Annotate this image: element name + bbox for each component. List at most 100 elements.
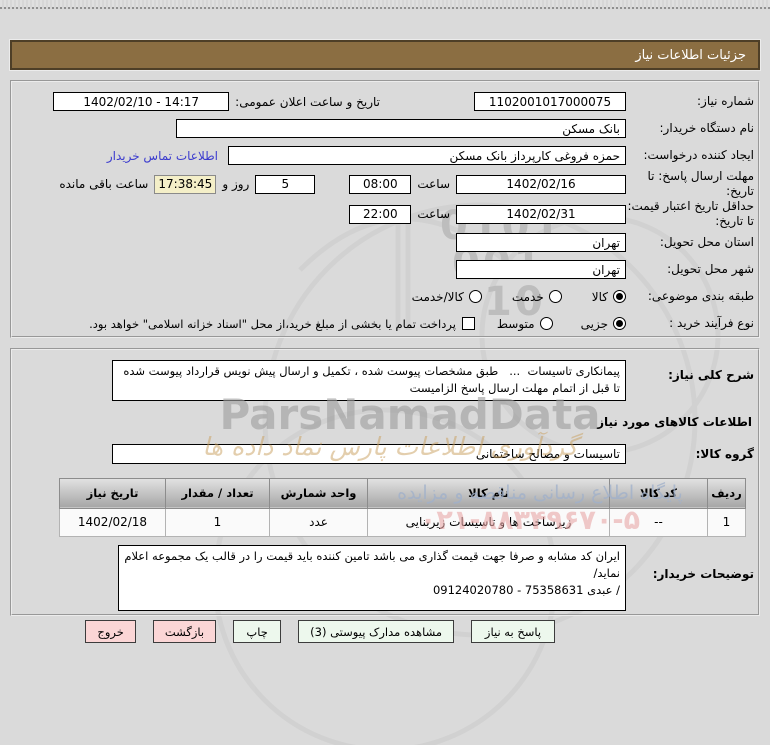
reply-to-need-button[interactable]: پاسخ به نیاز [471, 620, 555, 643]
reply-deadline-date-value: 1402/02/16 [506, 177, 576, 191]
cell-unit: عدد [269, 507, 368, 537]
buyer-org-label: نام دستگاه خریدار: [659, 121, 755, 135]
delivery-province-label: استان محل تحویل: [659, 235, 754, 249]
col-need-date: تاریخ نیاز [59, 477, 166, 509]
buyer-notes-textarea[interactable]: ایران کد مشابه و صرفا جهت قیمت گذاری می … [118, 544, 626, 611]
remaining-days-value: 5 [281, 177, 290, 191]
view-attachments-button[interactable]: مشاهده مدارک پیوستی (3) [298, 620, 454, 643]
page-top-strip [0, 0, 770, 9]
classification-label: طبقه بندی موضوعی: [647, 289, 754, 303]
exit-button[interactable]: خروج [85, 620, 136, 643]
buyer-notes-row: توضیحات خریدار: ایران کد مشابه و صرفا جه… [16, 544, 754, 611]
col-row-number: ردیف [707, 477, 746, 509]
request-creator-input[interactable]: حمزه فروغی کارپرداز بانک مسکن [228, 146, 626, 165]
col-goods-code: کد کالا [609, 477, 708, 509]
delivery-city-label: شهر محل تحویل: [667, 262, 754, 276]
price-validity-hour-input[interactable]: 22:00 [349, 204, 412, 224]
classification-option-goods[interactable]: کالا [592, 290, 626, 304]
buyer-notes-label: توضیحات خریدار: [652, 566, 754, 581]
col-unit: واحد شمارش [269, 477, 368, 509]
goods-group-value: تاسیسات و مصالح ساختمانی [475, 447, 620, 461]
price-validity-date-value: 1402/02/31 [506, 207, 576, 221]
need-description-panel: شرح کلی نیاز: پیمانکاری تاسیسات ... طبق … [10, 348, 760, 616]
cell-row-number: 1 [707, 507, 746, 537]
classification-option-goods-service[interactable]: کالا/خدمت [412, 290, 482, 304]
remaining-days-label: روز و [222, 177, 250, 191]
goods-group-row: گروه کالا: تاسیسات و مصالح ساختمانی [16, 441, 754, 468]
delivery-city-row: شهر محل تحویل: تهران [16, 256, 754, 283]
goods-info-heading: اطلاعات کالاهای مورد نیاز [597, 414, 752, 429]
classification-option-service[interactable]: خدمت [512, 290, 562, 304]
classification-row: طبقه بندی موضوعی: کالا خدمت کالا/خدمت [16, 283, 754, 310]
need-desc-label: شرح کلی نیاز: [668, 368, 754, 382]
cell-quantity: 1 [165, 507, 270, 537]
announce-datetime-label: تاریخ و ساعت اعلان عمومی: [235, 94, 380, 109]
remaining-time-value: 17:38:45 [158, 177, 213, 191]
announce-datetime-value: 1402/02/10 - 14:17 [83, 94, 200, 109]
goods-table: ردیف کد کالا نام کالا واحد شمارش تعداد /… [59, 477, 746, 537]
request-creator-label: ایجاد کننده درخواست: [643, 148, 754, 162]
radio-selected-icon[interactable] [613, 290, 626, 303]
request-creator-row: ایجاد کننده درخواست: حمزه فروغی کارپرداز… [16, 142, 754, 169]
treasury-checkbox[interactable] [461, 317, 475, 330]
need-desc-row: شرح کلی نیاز: پیمانکاری تاسیسات ... طبق … [16, 360, 754, 401]
announce-datetime-input[interactable]: 1402/02/10 - 14:17 [53, 92, 230, 111]
radio-selected-icon[interactable] [613, 317, 626, 330]
back-button[interactable]: بازگشت [152, 620, 217, 643]
process-type-row: نوع فرآیند خرید : جزیی متوسط پرداخت تمام… [16, 310, 754, 337]
radio-icon[interactable] [468, 290, 482, 303]
print-button[interactable]: چاپ [233, 620, 282, 643]
need-number-value: 1102001017000075 [488, 94, 612, 109]
general-info-panel: شماره نیاز: 1102001017000075 تاریخ و ساع… [10, 80, 760, 338]
need-details-page: { "header": { "title": "جزئیات اطلاعات ن… [0, 0, 770, 745]
request-creator-value: حمزه فروغی کارپرداز بانک مسکن [449, 148, 620, 163]
cell-need-date: 1402/02/18 [59, 507, 166, 537]
process-type-option-medium[interactable]: متوسط [497, 317, 553, 331]
buyer-org-value: بانک مسکن [562, 121, 620, 136]
goods-table-header-row: ردیف کد کالا نام کالا واحد شمارش تعداد /… [59, 477, 746, 509]
cell-goods-code: -- [609, 507, 708, 537]
need-desc-textarea[interactable]: پیمانکاری تاسیسات ... طبق مشخصات پیوست ش… [112, 360, 626, 401]
buyer-org-row: نام دستگاه خریدار: بانک مسکن [16, 115, 754, 142]
cell-goods-name: زیرساخت ها و تاسیسات زیربنایی [367, 507, 610, 537]
classification-option-goods-label: کالا [591, 289, 608, 304]
radio-icon[interactable] [539, 317, 553, 330]
process-type-label: نوع فرآیند خرید : [669, 316, 754, 330]
radio-icon[interactable] [548, 290, 562, 303]
action-buttons: پاسخ به نیاز مشاهده مدارک پیوستی (3) چاپ… [10, 620, 760, 643]
need-number-label: شماره نیاز: [697, 94, 754, 108]
delivery-province-value: تهران [592, 235, 620, 250]
delivery-city-value: تهران [592, 262, 620, 277]
classification-option-goods-service-label: کالا/خدمت [411, 289, 464, 304]
price-validity-hour-value: 22:00 [363, 207, 398, 221]
price-validity-hour-label: ساعت [417, 207, 450, 221]
need-number-row: شماره نیاز: 1102001017000075 تاریخ و ساع… [16, 88, 754, 115]
reply-deadline-hour-value: 08:00 [363, 177, 398, 191]
price-validity-row: حداقل تاریخ اعتبار قیمت: تا تاریخ: 1402/… [16, 199, 754, 229]
page-title: جزئیات اطلاعات نیاز [9, 39, 761, 71]
page-title-text: جزئیات اطلاعات نیاز [635, 47, 746, 63]
price-validity-date-input[interactable]: 1402/02/31 [456, 204, 626, 224]
need-number-input[interactable]: 1102001017000075 [474, 92, 626, 111]
reply-deadline-label: مهلت ارسال پاسخ: تا تاریخ: [647, 169, 754, 198]
delivery-province-row: استان محل تحویل: تهران [16, 229, 754, 256]
goods-table-row: 1 -- زیرساخت ها و تاسیسات زیربنایی عدد 1… [59, 507, 746, 537]
reply-deadline-hour-input[interactable]: 08:00 [349, 174, 412, 194]
delivery-province-input[interactable]: تهران [456, 233, 626, 252]
col-goods-name: نام کالا [367, 477, 610, 509]
remaining-days-input[interactable]: 5 [255, 174, 316, 194]
goods-group-label: گروه کالا: [695, 446, 754, 461]
buyer-org-input[interactable]: بانک مسکن [176, 119, 626, 138]
process-type-option-partial[interactable]: جزیی [581, 317, 626, 331]
goods-group-input[interactable]: تاسیسات و مصالح ساختمانی [112, 444, 626, 464]
remaining-time-counter: 17:38:45 [154, 174, 217, 194]
reply-deadline-date-input[interactable]: 1402/02/16 [456, 174, 626, 194]
buyer-contact-link[interactable]: اطلاعات تماس خریدار [107, 149, 218, 163]
price-validity-label: حداقل تاریخ اعتبار قیمت: تا تاریخ: [627, 199, 754, 228]
process-type-option-partial-label: جزیی [580, 316, 608, 331]
process-type-option-medium-label: متوسط [496, 316, 535, 331]
treasury-checkbox-label: پرداخت تمام یا بخشی از مبلغ خرید،از محل … [89, 316, 456, 331]
delivery-city-input[interactable]: تهران [456, 260, 626, 279]
classification-option-service-label: خدمت [511, 289, 544, 304]
col-quantity: تعداد / مقدار [165, 477, 270, 509]
